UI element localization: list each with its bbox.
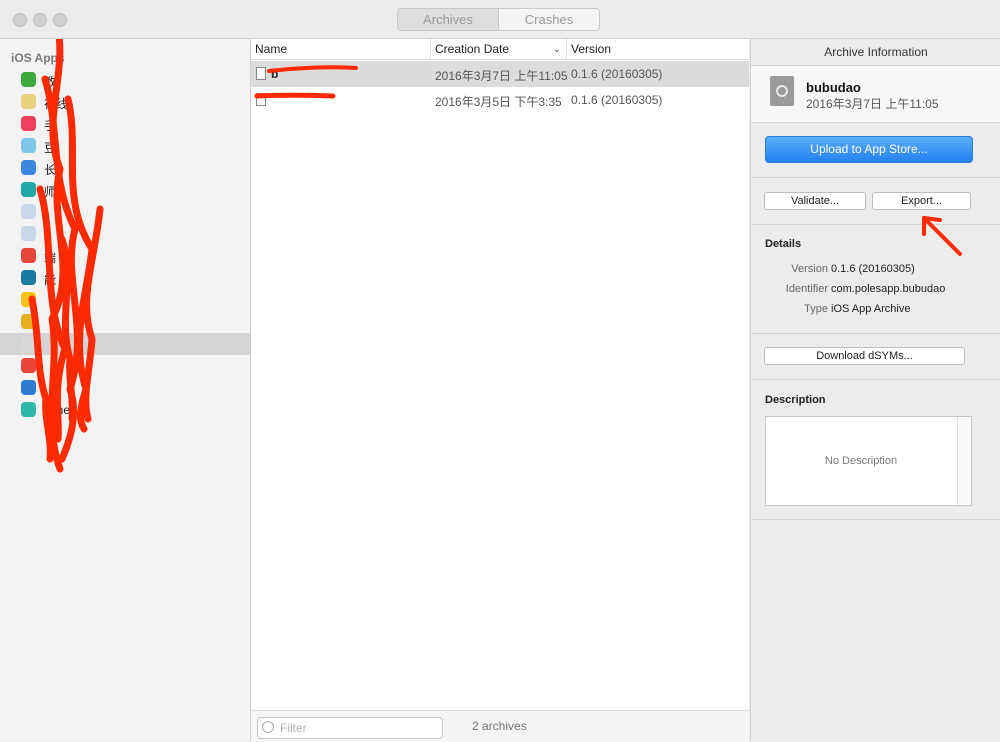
details-heading: Details (765, 238, 802, 250)
sidebar-app-item[interactable]: 端 (0, 245, 250, 267)
sidebar-app-label: 教 (44, 75, 57, 89)
sidebar-app-label: 长 (44, 163, 57, 177)
sidebar-app-item[interactable]: 在线 (0, 91, 250, 113)
app-icon (21, 336, 36, 351)
detail-value: 0.1.6 (20160305) (831, 263, 915, 275)
sidebar-app-item[interactable]: 师 (0, 179, 250, 201)
minimize-window-button[interactable] (33, 13, 47, 27)
column-header-label: Creation Date (435, 42, 510, 56)
app-icon (21, 292, 36, 307)
sidebar-app-item[interactable]: 豆 (0, 135, 250, 157)
app-sidebar: iOS Apps 教在线手豆长师端能 acher (0, 39, 251, 741)
sidebar-app-label: 在线 (44, 97, 69, 111)
app-icon (21, 72, 36, 87)
app-icon (21, 204, 36, 219)
chevron-down-icon: ⌄ (552, 44, 561, 55)
app-icon (21, 380, 36, 395)
sidebar-app-label: 端 (44, 251, 57, 265)
description-field[interactable]: No Description (765, 416, 972, 506)
archive-row-date: 2016年3月5日 下午3:35 (435, 95, 562, 109)
detail-key: Type (804, 303, 828, 315)
archive-row-version: 0.1.6 (20160305) (571, 93, 663, 107)
app-icon (21, 182, 36, 197)
upload-to-app-store-button[interactable]: Upload to App Store... (765, 136, 973, 163)
filter-field[interactable] (257, 717, 443, 739)
detail-key: Version (791, 263, 828, 275)
sidebar-app-item[interactable] (0, 355, 250, 377)
redaction-scribble (254, 65, 358, 99)
close-window-button[interactable] (13, 13, 27, 27)
tab-archives[interactable]: Archives (398, 9, 499, 30)
archive-row-version: 0.1.6 (20160305) (571, 67, 663, 81)
archive-name: bubudao (806, 80, 861, 95)
detail-key: Identifier (785, 283, 828, 295)
archive-date: 2016年3月7日 上午11:05 (806, 97, 939, 111)
sidebar-app-label: 能 (44, 273, 57, 287)
filter-input[interactable] (278, 719, 440, 737)
column-header-version[interactable]: Version (567, 39, 749, 60)
sidebar-app-label: 手 (44, 119, 57, 133)
sidebar-app-item[interactable]: 教 (0, 69, 250, 91)
sidebar-header: iOS Apps (11, 51, 65, 65)
app-icon (21, 226, 36, 241)
window-titlebar: Archives Crashes (0, 0, 1000, 39)
list-footer: 2 archives (251, 710, 749, 742)
archive-icon (770, 76, 794, 106)
column-header-creation-date[interactable]: Creation Date ⌄ (431, 39, 567, 60)
detail-value: iOS App Archive (831, 303, 911, 315)
app-icon (21, 358, 36, 373)
app-icon (21, 314, 36, 329)
app-icon (21, 402, 36, 417)
sidebar-app-label: 师 (44, 185, 57, 199)
sidebar-app-label: 豆 (44, 141, 57, 155)
tab-crashes[interactable]: Crashes (499, 9, 599, 30)
sidebar-app-item[interactable]: acher (0, 399, 250, 421)
app-icon (21, 270, 36, 285)
sidebar-app-item[interactable] (0, 289, 250, 311)
description-placeholder: No Description (824, 455, 898, 467)
archive-row-date: 2016年3月7日 上午11:05 (435, 69, 568, 83)
app-icon (21, 160, 36, 175)
sidebar-app-item[interactable]: 长 (0, 157, 250, 179)
sidebar-app-item[interactable]: 手 (0, 113, 250, 135)
validate-button[interactable]: Validate... (764, 192, 866, 210)
description-heading: Description (765, 394, 826, 406)
sidebar-app-item[interactable] (0, 201, 250, 223)
app-icon (21, 116, 36, 131)
zoom-window-button[interactable] (53, 13, 67, 27)
archive-list: Name Creation Date ⌄ Version b 2016年3月7日… (251, 39, 749, 742)
search-icon (262, 721, 274, 733)
description-scrollbar[interactable] (957, 417, 971, 505)
archive-count: 2 archives (472, 719, 527, 733)
view-segmented-control: Archives Crashes (397, 8, 600, 31)
sidebar-app-item[interactable]: 能 (0, 267, 250, 289)
sidebar-app-item[interactable] (0, 333, 250, 355)
app-icon (21, 248, 36, 263)
archive-inspector: Archive Information bubudao 2016年3月7日 上午… (750, 39, 1000, 741)
sidebar-app-item[interactable] (0, 311, 250, 333)
download-dsyms-button[interactable]: Download dSYMs... (764, 347, 965, 365)
archive-summary: bubudao 2016年3月7日 上午11:05 (751, 66, 1000, 123)
detail-value: com.polesapp.bubudao (831, 283, 946, 295)
sidebar-app-item[interactable] (0, 377, 250, 399)
column-header-name[interactable]: Name (251, 39, 431, 60)
app-icon (21, 94, 36, 109)
sidebar-app-item[interactable] (0, 223, 250, 245)
app-icon (21, 138, 36, 153)
export-button[interactable]: Export... (872, 192, 971, 210)
sidebar-app-label: acher (44, 403, 75, 417)
inspector-title: Archive Information (751, 39, 1000, 66)
